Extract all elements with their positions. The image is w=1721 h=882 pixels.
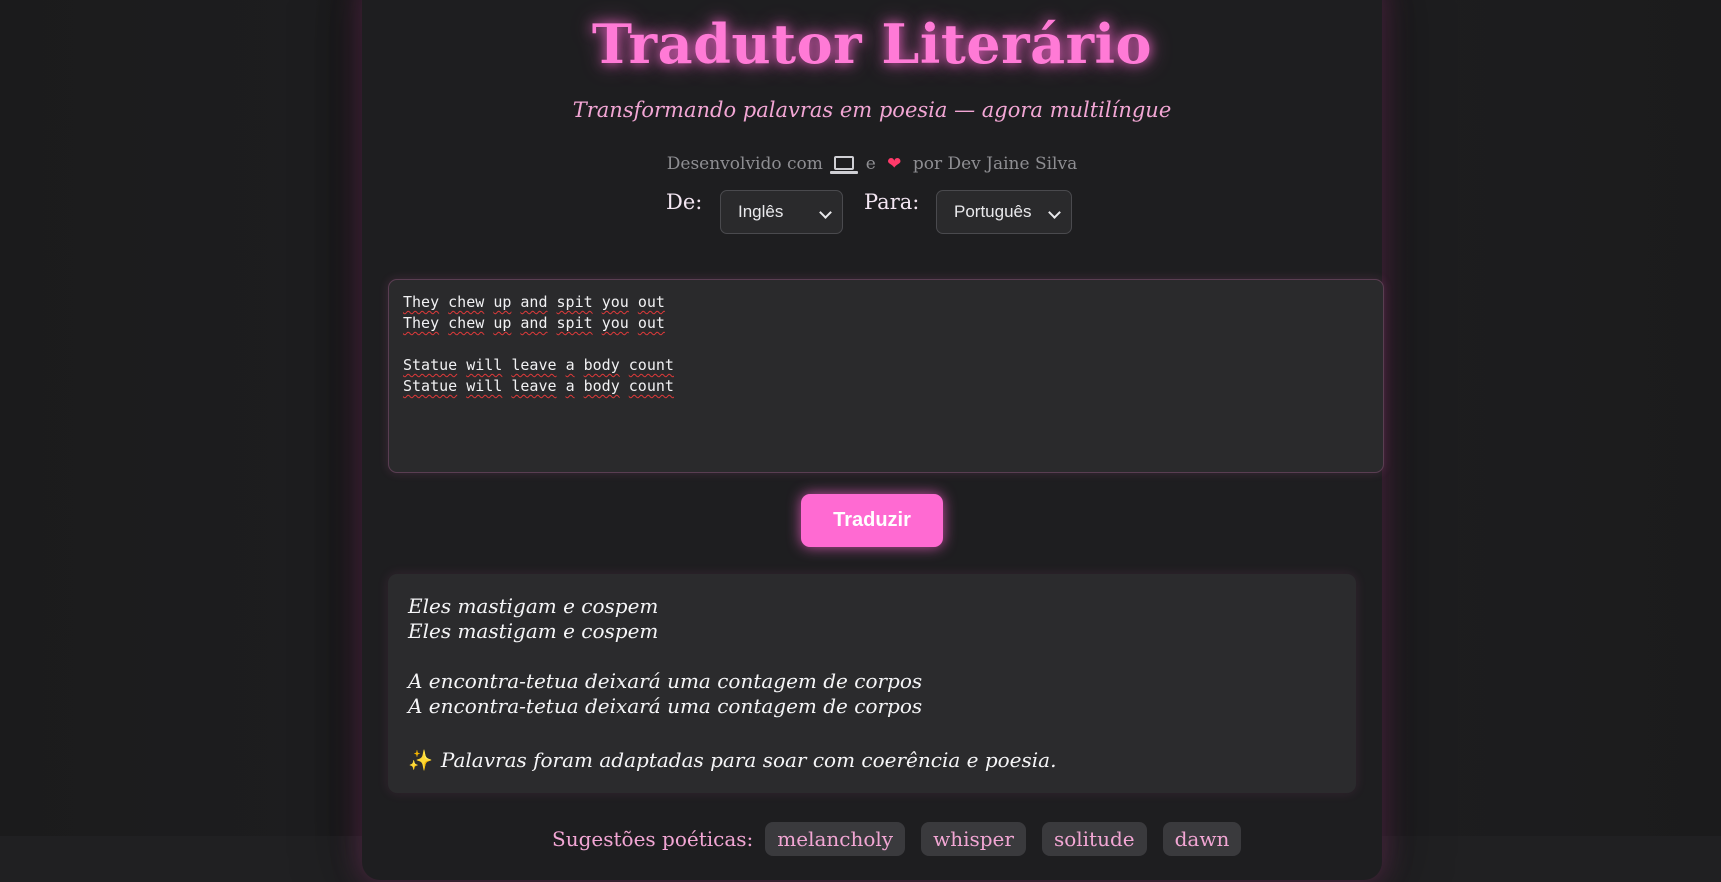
to-language-label: Para: — [864, 190, 920, 214]
output-line: A encontra-tetua deixará uma contagem de… — [408, 694, 923, 718]
source-line: They chew up and spit you out — [403, 314, 665, 332]
output-line: A encontra-tetua deixará uma contagem de… — [408, 669, 923, 693]
credit-prefix: Desenvolvido com — [666, 154, 823, 174]
suggestion-chip-whisper[interactable]: whisper — [921, 822, 1026, 856]
laptop-icon — [830, 156, 859, 174]
output-gap — [408, 719, 1336, 744]
source-line: Statue will leave a body count — [403, 356, 674, 374]
from-language-value: Inglês — [738, 202, 784, 221]
to-language-select[interactable]: Português — [936, 190, 1072, 234]
to-language-value: Português — [954, 202, 1032, 221]
translate-button[interactable]: Traduzir — [801, 494, 943, 547]
source-line — [403, 334, 1369, 355]
output-line: Eles mastigam e cospem — [408, 594, 659, 618]
page-subtitle: Transformando palavras em poesia — agora… — [572, 98, 1172, 122]
chevron-down-icon — [1048, 206, 1061, 219]
from-language-select[interactable]: Inglês — [720, 190, 843, 234]
suggestion-chip-solitude[interactable]: solitude — [1041, 822, 1147, 856]
suggestion-chip-dawn[interactable]: dawn — [1162, 822, 1242, 856]
developer-credit: Desenvolvido com e ❤ por Dev Jaine Silva — [362, 154, 1382, 174]
translation-output: Eles mastigam e cospem Eles mastigam e co… — [388, 574, 1356, 793]
output-line: Eles mastigam e cospem — [408, 619, 659, 643]
output-note: ✨ Palavras foram adaptadas para soar com … — [408, 748, 1336, 773]
chevron-down-icon — [819, 206, 832, 219]
poetic-suggestions: Sugestões poéticas: melancholy whisper sol… — [552, 822, 1242, 856]
source-line: They chew up and spit you out — [403, 293, 665, 311]
sparkles-icon: ✨ — [408, 748, 433, 772]
output-gap — [408, 644, 1336, 669]
credit-suffix: por Dev Jaine Silva — [912, 154, 1078, 174]
page-title: Tradutor Literário — [591, 12, 1153, 76]
source-line: Statue will leave a body count — [403, 377, 674, 395]
credit-and: e — [865, 154, 876, 174]
output-note-text: Palavras foram adaptadas para soar com c… — [440, 748, 1057, 772]
suggestion-chip-melancholy[interactable]: melancholy — [765, 822, 906, 856]
from-language-label: De: — [666, 190, 703, 214]
source-text-input[interactable]: They chew up and spit you out They chew u… — [388, 279, 1384, 473]
heart-icon: ❤ — [887, 154, 902, 174]
suggestions-label: Sugestões poéticas: — [552, 827, 754, 851]
